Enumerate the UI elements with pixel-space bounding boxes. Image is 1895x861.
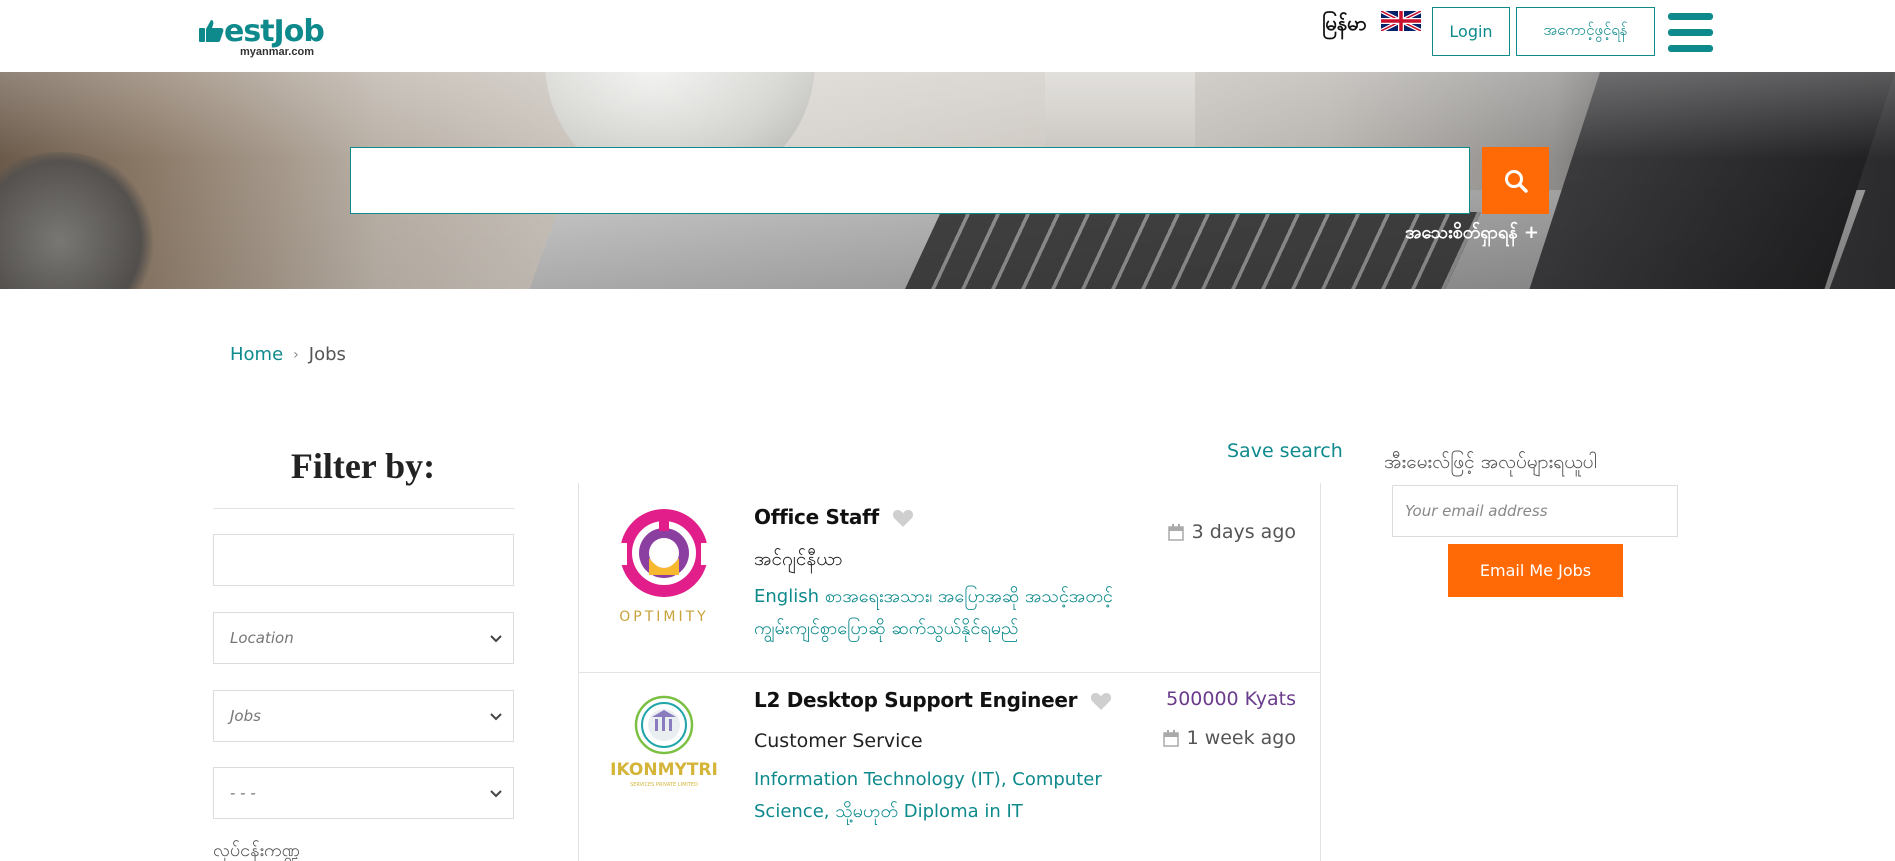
email-field[interactable]: Your email address [1392, 485, 1678, 537]
advanced-search-link[interactable]: အသေးစိတ်ရှာရန် + [1405, 220, 1539, 247]
industry-filter-label: လုပ်ငန်းကဏ္ဍ [213, 840, 300, 861]
logo-text: estJob [224, 14, 325, 49]
job-search-input[interactable] [350, 147, 1470, 214]
keyword-filter-input[interactable] [213, 534, 514, 586]
filter-title: Filter by: [290, 446, 436, 486]
thumbs-up-logo-icon [199, 20, 224, 42]
calendar-icon [1162, 729, 1179, 747]
chevron-down-icon [490, 635, 502, 643]
jobs-select[interactable]: Jobs [213, 690, 514, 742]
job-company-name[interactable]: အင်ဂျင်နီယာ [754, 547, 842, 575]
save-search-link[interactable]: Save search [1227, 440, 1343, 462]
heart-icon[interactable] [1090, 691, 1112, 711]
hamburger-menu-icon[interactable] [1668, 13, 1713, 53]
email-placeholder: Your email address [1405, 502, 1548, 520]
logo-wordmark: estJob [198, 14, 325, 50]
breadcrumb-current: Jobs [308, 344, 346, 365]
company-logo-text: OPTIMITY [619, 609, 708, 625]
company-logo-optimity[interactable]: OPTIMITY [607, 503, 722, 628]
third-filter-select[interactable]: - - - [213, 767, 514, 819]
register-button[interactable]: အကောင့်ဖွင့်ရန် [1516, 7, 1655, 56]
job-title-wrapper: Office Staff [754, 504, 914, 529]
site-logo[interactable]: estJob myanmar.com [198, 14, 333, 58]
chevron-down-icon [490, 713, 502, 721]
job-alert-title: အီးမေးလ်ဖြင့် အလုပ်များရယူပါ [1384, 451, 1597, 473]
location-select-value: Location [230, 629, 294, 647]
job-company-name[interactable]: Customer Service [754, 730, 923, 752]
job-title-link[interactable]: L2 Desktop Support Engineer [754, 688, 1077, 712]
company-logo-ikonmytri[interactable]: IKONMYTRI SERVICES PRIVATE LIMITED [607, 693, 722, 818]
language-myanmar-link[interactable]: မြန်မာ [1322, 10, 1367, 40]
job-card[interactable]: IKONMYTRI SERVICES PRIVATE LIMITED L2 De… [579, 673, 1320, 861]
company-logo-subtext: SERVICES PRIVATE LIMITED [630, 782, 698, 788]
third-select-value: - - - [230, 784, 256, 802]
job-posted-date: 3 days ago [1167, 521, 1296, 543]
email-me-jobs-button[interactable]: Email Me Jobs [1448, 544, 1623, 597]
job-date-text: 1 week ago [1186, 727, 1296, 749]
job-salary: 500000 Kyats [1166, 688, 1296, 710]
job-title-link[interactable]: Office Staff [754, 505, 879, 529]
job-category[interactable]: Information Technology (IT), Computer Sc… [754, 764, 1114, 828]
calendar-icon [1167, 523, 1184, 541]
jobs-select-value: Jobs [230, 707, 261, 725]
company-logo-text: IKONMYTRI [610, 760, 718, 780]
job-date-text: 3 days ago [1191, 521, 1296, 543]
job-card[interactable]: OPTIMITY Office Staff အင်ဂျင်နီယာ Englis… [579, 483, 1320, 673]
chevron-down-icon [490, 790, 502, 798]
breadcrumb: Home › Jobs [230, 344, 346, 365]
breadcrumb-home-link[interactable]: Home [230, 344, 283, 365]
site-header: estJob myanmar.com မြန်မာ Login အကောင့်ဖ… [0, 0, 1895, 72]
heart-icon[interactable] [892, 508, 914, 528]
uk-flag-icon[interactable] [1381, 11, 1421, 31]
job-category[interactable]: English စာအရေးအသား၊ အပြောအဆို အသင့်အတင့်… [754, 581, 1114, 645]
filter-divider [213, 508, 515, 509]
logo-subtext: myanmar.com [240, 46, 314, 58]
job-list: OPTIMITY Office Staff အင်ဂျင်နီယာ Englis… [578, 483, 1321, 861]
breadcrumb-separator: › [293, 346, 299, 363]
search-button[interactable] [1482, 147, 1549, 214]
job-posted-date: 1 week ago [1162, 727, 1296, 749]
search-icon [1504, 169, 1528, 193]
job-title-wrapper: L2 Desktop Support Engineer [754, 687, 1112, 712]
login-button[interactable]: Login [1432, 7, 1510, 56]
location-select[interactable]: Location [213, 612, 514, 664]
